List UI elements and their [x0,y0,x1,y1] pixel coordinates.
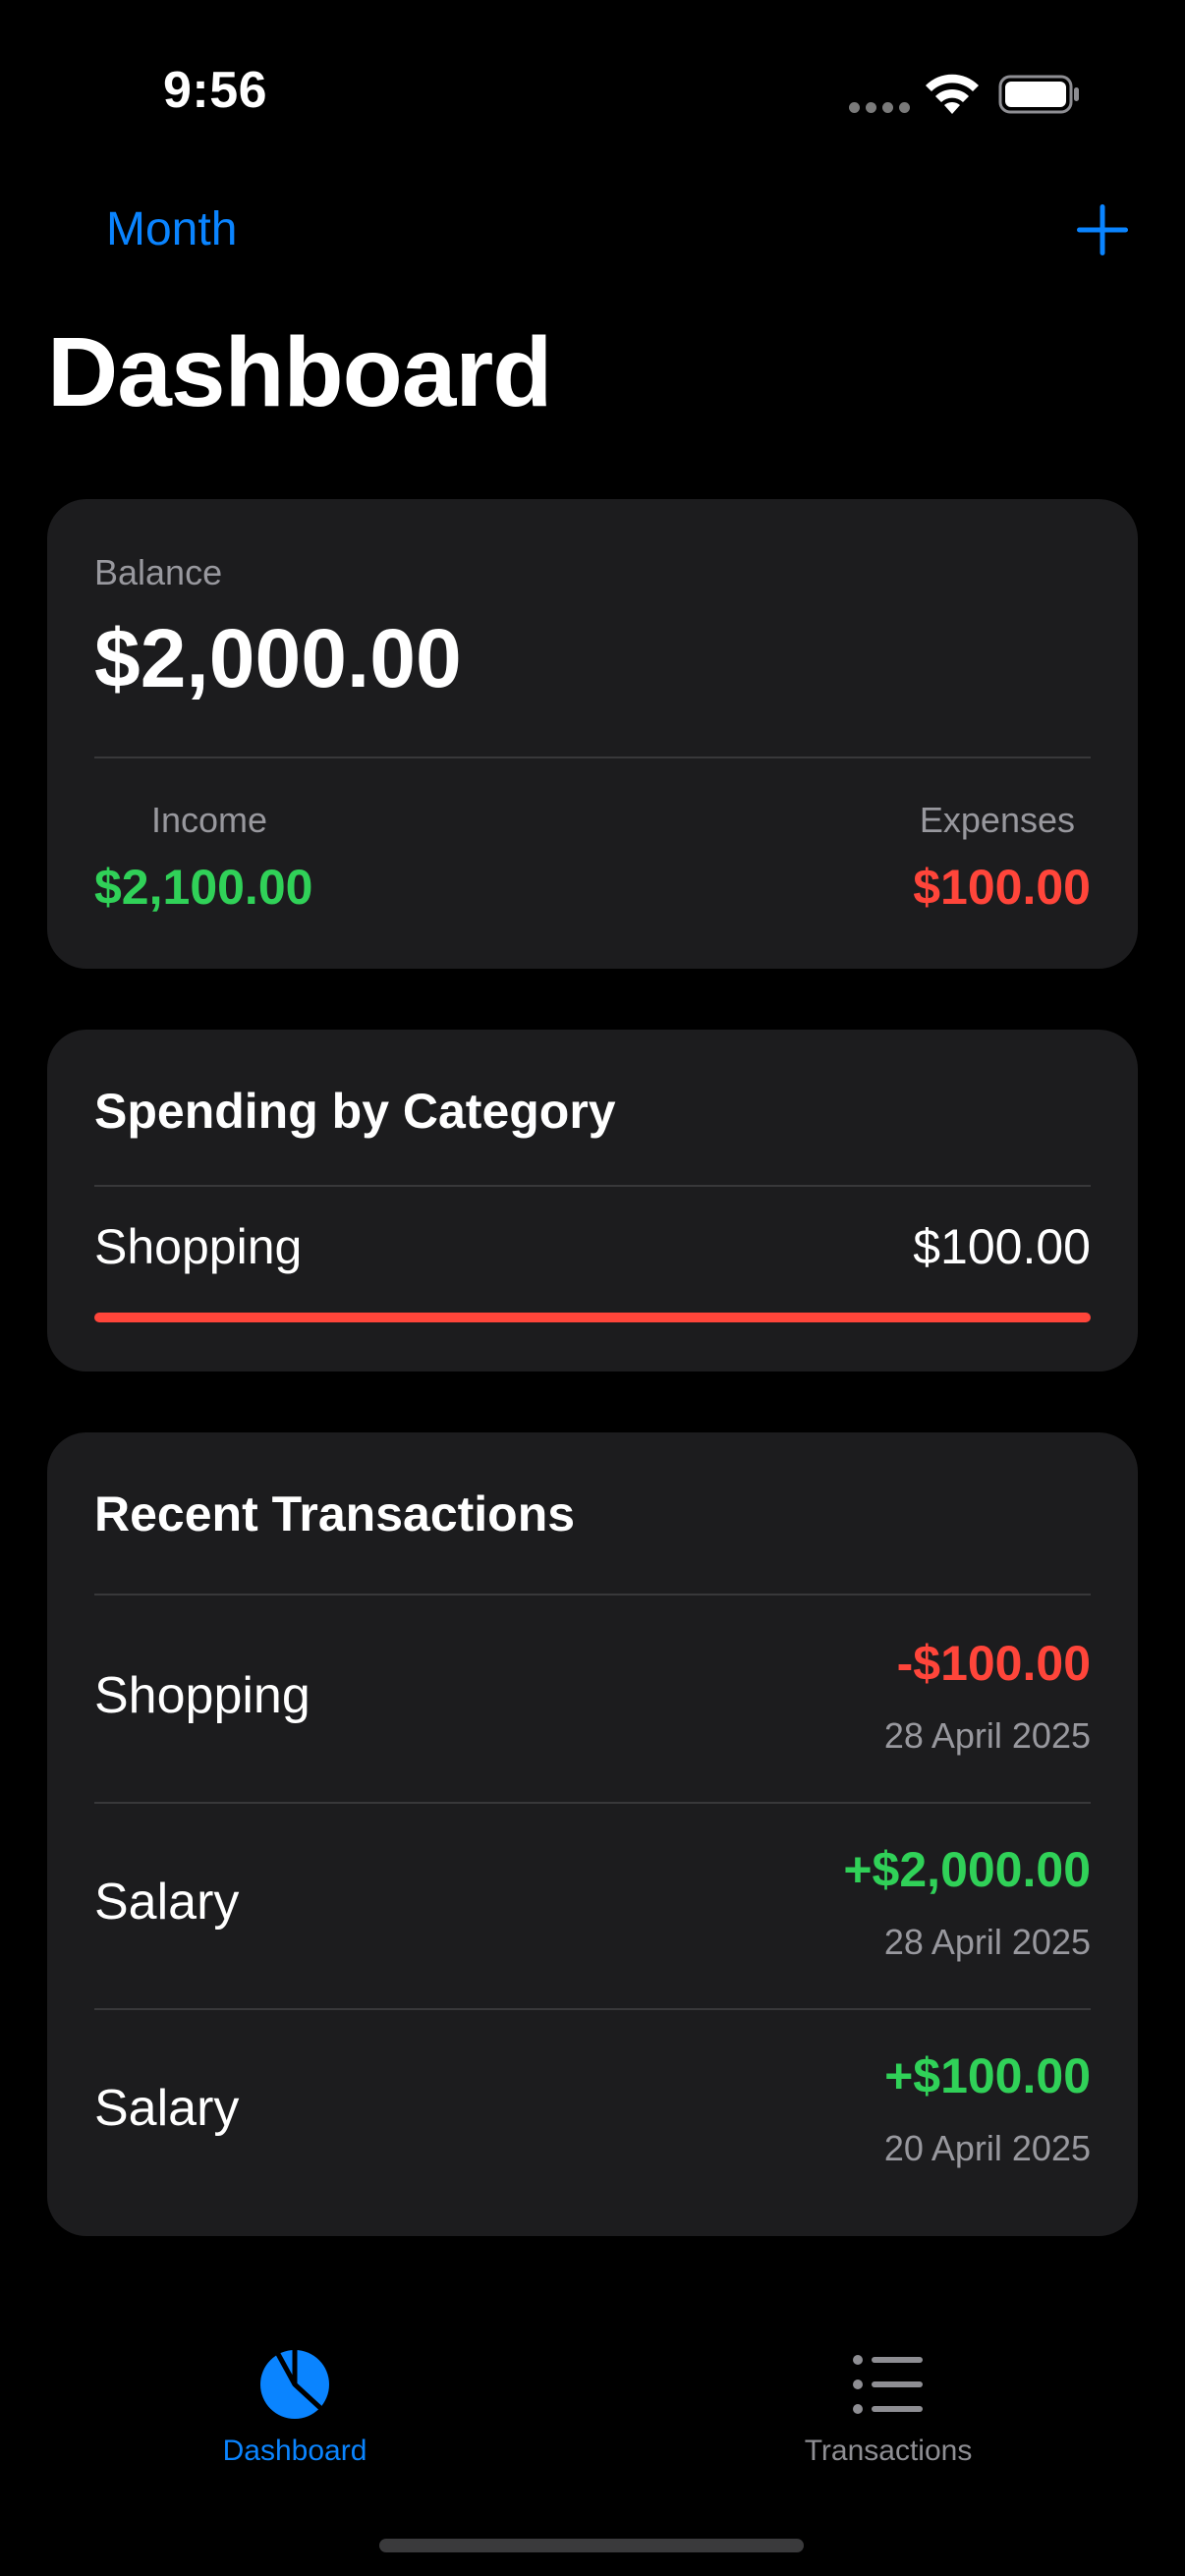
card-title: Recent Transactions [94,1486,576,1541]
transaction-name: Shopping [94,1667,310,1724]
add-transaction-button[interactable] [1075,202,1130,257]
transaction-amount: -$100.00 [896,1636,1091,1691]
transaction-amount: +$2,000.00 [843,1842,1091,1897]
transaction-date: 20 April 2025 [883,2128,1091,2168]
balance-card: Balance $2,000.00 Income $2,100.00 Expen… [47,499,1138,969]
expenses-value: $100.00 [913,860,1091,915]
status-time: 9:56 [163,62,268,119]
tab-label: Dashboard [222,2435,367,2467]
balance-label: Balance [94,552,223,592]
transaction-amount: +$100.00 [884,2048,1091,2103]
category-amount: $100.00 [913,1219,1091,1274]
transaction-row[interactable]: Shopping -$100.00 28 April 2025 [94,1596,1091,1802]
category-name: Shopping [94,1219,303,1274]
transaction-row[interactable]: Salary +$2,000.00 28 April 2025 [94,1802,1091,2008]
month-filter-button[interactable]: Month [106,202,237,256]
home-indicator[interactable] [379,2539,804,2552]
page-title: Dashboard [47,317,552,427]
divider [94,756,1091,758]
transaction-name: Salary [94,1874,240,1931]
battery-icon [998,75,1079,114]
tab-label: Transactions [804,2435,973,2467]
divider [94,1185,1091,1187]
transaction-date: 28 April 2025 [883,1715,1091,1756]
recent-transactions-card: Recent Transactions Shopping -$100.00 28… [47,1432,1138,2236]
card-title: Spending by Category [94,1084,616,1139]
income-value: $2,100.00 [94,860,313,915]
expenses-label: Expenses [919,800,1075,840]
transaction-name: Salary [94,2080,240,2137]
cellular-signal-icon [849,102,910,113]
transaction-row[interactable]: Salary +$100.00 20 April 2025 [94,2008,1091,2214]
wifi-icon [926,74,979,114]
tab-dashboard[interactable]: Dashboard [147,2346,442,2468]
spending-by-category-card: Spending by Category Shopping $100.00 [47,1030,1138,1372]
pie-chart-icon [260,2347,329,2419]
category-progress-bar [94,1313,1091,1322]
transaction-date: 28 April 2025 [883,1922,1091,1962]
tab-transactions[interactable]: Transactions [741,2346,1036,2468]
balance-value: $2,000.00 [94,612,462,704]
income-label: Income [151,800,268,840]
plus-icon [1077,204,1128,255]
list-icon [853,2355,923,2414]
